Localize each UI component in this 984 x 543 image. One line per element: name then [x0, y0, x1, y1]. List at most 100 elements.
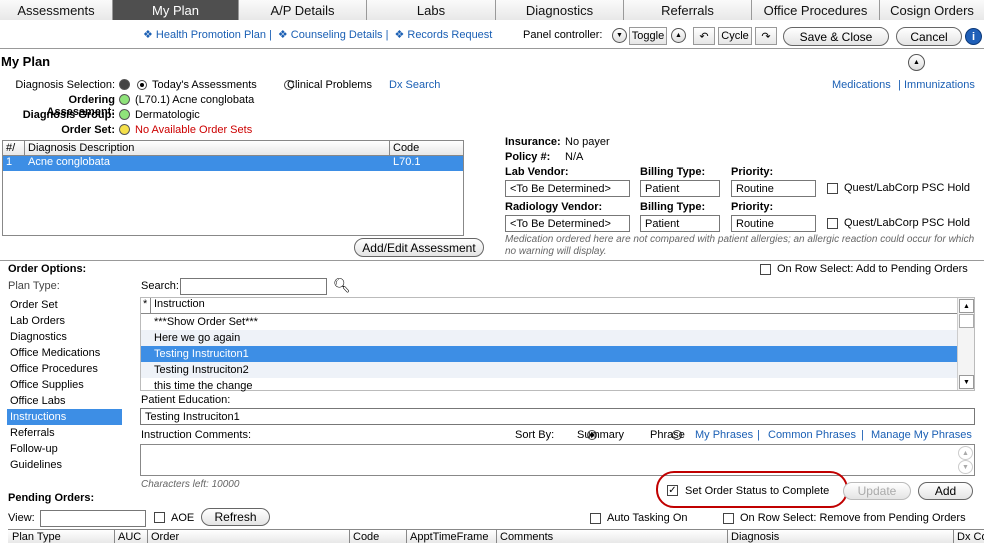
update-button[interactable]: Update	[843, 482, 911, 500]
phrases-separator: |	[861, 429, 864, 441]
clinical-problems-label: Clinical Problems	[287, 79, 372, 91]
list-item[interactable]: ***Show Order Set***	[141, 314, 957, 330]
records-request-link[interactable]: ❖ Records Request	[394, 28, 492, 41]
order-set-value: No Available Order Sets	[135, 124, 253, 136]
search-icon[interactable]: 🔍︎	[333, 277, 351, 294]
diagnosis-group-label: Diagnosis Group:	[22, 109, 115, 121]
add-edit-assessment-button[interactable]: Add/Edit Assessment	[354, 238, 484, 257]
list-item[interactable]: Testing Instruciton1	[141, 346, 957, 362]
col-appt-timeframe: ApptTimeFrame	[407, 530, 497, 543]
order-options-label: Order Options:	[8, 263, 87, 275]
rad-priority-field[interactable]: Routine	[731, 215, 816, 232]
plan-type-diagnostics[interactable]: Diagnostics	[7, 329, 122, 345]
dx-search-link[interactable]: Dx Search	[389, 79, 440, 91]
on-row-select-add-label: On Row Select: Add to Pending Orders	[777, 263, 968, 275]
plan-type-office-supplies[interactable]: Office Supplies	[7, 377, 122, 393]
on-row-select-remove-checkbox[interactable]	[723, 513, 734, 524]
chevron-up-icon[interactable]: ▲	[671, 28, 686, 43]
refresh-button[interactable]: Refresh	[201, 508, 270, 526]
instruction-scrollbar[interactable]: ▲ ▼	[957, 298, 974, 390]
cycle-back-icon[interactable]: ↶	[693, 27, 715, 45]
my-phrases-link[interactable]: My Phrases	[695, 429, 753, 441]
cycle-button[interactable]: Cycle	[718, 27, 752, 45]
tab-assessments[interactable]: Assessments	[0, 0, 113, 20]
set-status-complete-checkbox[interactable]: ✓	[667, 485, 678, 496]
status-dot-green	[119, 109, 130, 120]
cancel-button[interactable]: Cancel	[896, 27, 962, 46]
plan-type-follow-up[interactable]: Follow-up	[7, 441, 122, 457]
radiology-vendor-field[interactable]: <To Be Determined>	[505, 215, 630, 232]
instruction-comments-field[interactable]: ▲ ▼	[140, 444, 975, 476]
counseling-details-link[interactable]: ❖ Counseling Details |	[278, 28, 389, 41]
tab-referrals[interactable]: Referrals	[624, 0, 752, 20]
col-code: Code	[393, 142, 420, 154]
priority-field[interactable]: Routine	[731, 180, 816, 197]
insurance-label: Insurance:	[505, 136, 561, 148]
medications-link[interactable]: Medications	[832, 79, 891, 91]
view-field[interactable]	[40, 510, 146, 527]
billing-type-field[interactable]: Patient	[640, 180, 720, 197]
auto-tasking-checkbox[interactable]	[590, 513, 601, 524]
col-comments: Comments	[497, 530, 728, 543]
quest-hold-checkbox[interactable]	[827, 183, 838, 194]
panel-controller-label: Panel controller:	[523, 29, 603, 41]
on-row-select-remove-label: On Row Select: Remove from Pending Order…	[740, 512, 966, 524]
tab-labs[interactable]: Labs	[367, 0, 496, 20]
aoe-checkbox[interactable]	[154, 512, 165, 523]
tab-cosign-orders[interactable]: Cosign Orders	[880, 0, 984, 20]
patient-education-field[interactable]: Testing Instruciton1	[140, 408, 975, 425]
lab-vendor-field[interactable]: <To Be Determined>	[505, 180, 630, 197]
plan-type-lab-orders[interactable]: Lab Orders	[7, 313, 122, 329]
scroll-up-icon[interactable]: ▲	[959, 299, 974, 313]
scroll-thumb[interactable]	[959, 314, 974, 328]
lab-vendor-label: Lab Vendor:	[505, 166, 569, 178]
list-item[interactable]: Here we go again	[141, 330, 957, 346]
scroll-up-icon[interactable]: ▲	[958, 446, 973, 460]
manage-phrases-link[interactable]: Manage My Phrases	[871, 429, 972, 441]
row-description: Acne conglobata	[28, 156, 110, 168]
chevron-down-icon[interactable]: ▼	[612, 28, 627, 43]
immunizations-link[interactable]: Immunizations	[904, 79, 975, 91]
plan-type-label: Plan Type:	[8, 280, 60, 292]
info-icon[interactable]: i	[965, 28, 982, 45]
health-promotion-link[interactable]: ❖ Health Promotion Plan |	[143, 28, 272, 41]
radiology-vendor-label: Radiology Vendor:	[505, 201, 603, 213]
col-instruction: Instruction	[154, 298, 205, 310]
cycle-forward-icon[interactable]: ↷	[755, 27, 777, 45]
sort-phrase-label: Phrase	[650, 429, 685, 441]
scroll-down-icon[interactable]: ▼	[958, 460, 973, 474]
tab-my-plan[interactable]: My Plan	[113, 0, 239, 20]
col-dx-code: Dx Co	[957, 530, 984, 543]
table-row[interactable]: 1 Acne conglobata L70.1	[3, 156, 463, 171]
instruction-grid: * Instruction ***Show Order Set*** Here …	[140, 297, 975, 394]
add-button[interactable]: Add	[918, 482, 973, 500]
rad-billing-type-field[interactable]: Patient	[640, 215, 720, 232]
collapse-up-icon[interactable]: ▲	[908, 54, 925, 71]
tab-ap-details[interactable]: A/P Details	[239, 0, 367, 20]
plan-type-office-procedures[interactable]: Office Procedures	[7, 361, 122, 377]
plan-type-instructions[interactable]: Instructions	[7, 409, 122, 425]
priority-label: Priority:	[731, 166, 774, 178]
todays-assessments-radio[interactable]	[137, 80, 147, 90]
plan-type-referrals[interactable]: Referrals	[7, 425, 122, 441]
plan-type-order-set[interactable]: Order Set	[7, 297, 122, 313]
tab-office-procedures[interactable]: Office Procedures	[752, 0, 880, 20]
plan-type-office-labs[interactable]: Office Labs	[7, 393, 122, 409]
instruction-comments-label: Instruction Comments:	[141, 429, 252, 441]
list-item[interactable]: Testing Instruciton2	[141, 362, 957, 378]
aoe-label: AOE	[171, 512, 195, 524]
toggle-button[interactable]: Toggle	[629, 27, 667, 45]
save-close-button[interactable]: Save & Close	[783, 27, 889, 46]
plan-type-office-medications[interactable]: Office Medications	[7, 345, 122, 361]
search-input[interactable]	[180, 278, 327, 295]
tab-diagnostics[interactable]: Diagnostics	[496, 0, 624, 20]
scroll-down-icon[interactable]: ▼	[959, 375, 974, 389]
list-item[interactable]: this time the change	[141, 378, 957, 394]
rad-quest-hold-checkbox[interactable]	[827, 218, 838, 229]
common-phrases-link[interactable]: Common Phrases	[768, 429, 856, 441]
plan-type-guidelines[interactable]: Guidelines	[7, 457, 122, 473]
on-row-select-add-checkbox[interactable]	[760, 264, 771, 275]
rad-priority-label: Priority:	[731, 201, 774, 213]
diagnosis-table: #/ Diagnosis Description Code 1 Acne con…	[2, 140, 464, 236]
col-star: *	[141, 298, 151, 313]
